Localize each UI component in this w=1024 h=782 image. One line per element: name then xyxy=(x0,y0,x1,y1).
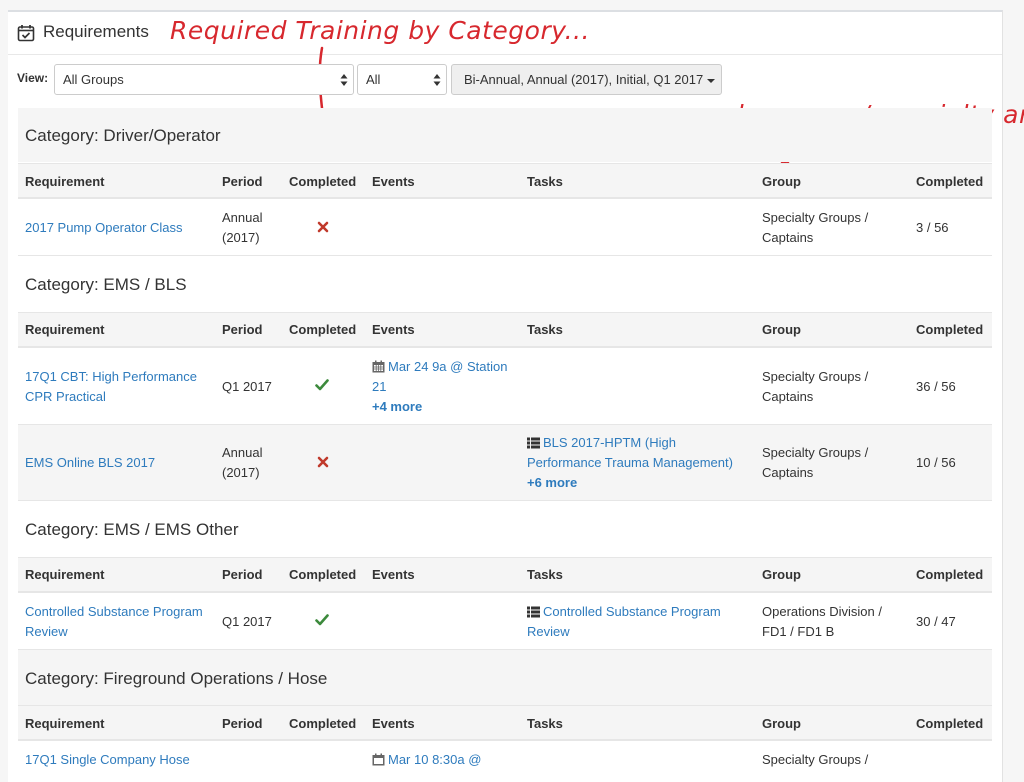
events-cell: Mar 10 8:30a @ xyxy=(372,750,481,770)
tasks-cell: BLS 2017-HPTM (High Performance Trauma M… xyxy=(527,433,752,493)
requirement-link[interactable]: 17Q1 Single Company Hose xyxy=(25,750,190,770)
col-tasks: Tasks xyxy=(527,716,563,731)
panel-title: Requirements xyxy=(43,22,149,41)
col-requirement: Requirement xyxy=(25,567,105,582)
group-cell: Specialty Groups / Captains xyxy=(762,445,869,480)
periods-dropdown-button[interactable]: Bi-Annual, Annual (2017), Initial, Q1 20… xyxy=(451,64,722,95)
group-cell: Specialty Groups / Captains xyxy=(762,369,869,404)
col-period: Period xyxy=(222,174,263,189)
col-completed: Completed xyxy=(289,716,357,731)
period-cell: Q1 2017 xyxy=(222,614,272,629)
tasks-cell: Controlled Substance Program Review xyxy=(527,602,737,642)
status-select-value: All xyxy=(366,72,381,87)
calendar-icon xyxy=(372,360,385,373)
period-cell: Q1 2017 xyxy=(222,379,272,394)
col-completed: Completed xyxy=(289,174,357,189)
col-group: Group xyxy=(762,322,801,337)
periods-dropdown-label: Bi-Annual, Annual (2017), Initial, Q1 20… xyxy=(464,72,704,87)
category-title: Category: Driver/Operator xyxy=(25,126,221,145)
col-tasks: Tasks xyxy=(527,322,563,337)
col-completed-count: Completed xyxy=(916,174,984,189)
col-tasks: Tasks xyxy=(527,174,563,189)
col-period: Period xyxy=(222,716,263,731)
col-completed-count: Completed xyxy=(916,567,984,582)
count-cell: 36 / 56 xyxy=(916,379,956,394)
requirement-link[interactable]: EMS Online BLS 2017 xyxy=(25,453,155,473)
col-events: Events xyxy=(372,567,415,582)
period-cell: Annual (2017) xyxy=(222,210,263,245)
col-completed-count: Completed xyxy=(916,322,984,337)
requirement-link[interactable]: Controlled Substance Program Review xyxy=(25,602,210,642)
task-list-icon xyxy=(527,606,540,618)
group-select[interactable]: All Groups xyxy=(54,64,354,95)
col-group: Group xyxy=(762,716,801,731)
events-cell: Mar 24 9a @ Station 21 +4 more xyxy=(372,357,512,417)
calendar-check-icon xyxy=(17,25,35,42)
table-header-row xyxy=(18,163,992,199)
category-title: Category: EMS / EMS Other xyxy=(25,520,239,539)
check-icon xyxy=(315,614,329,626)
col-events: Events xyxy=(372,322,415,337)
col-period: Period xyxy=(222,567,263,582)
col-completed: Completed xyxy=(289,567,357,582)
period-cell: Annual (2017) xyxy=(222,445,263,480)
calendar-icon xyxy=(372,753,385,766)
select-arrows-icon xyxy=(340,74,348,86)
select-arrows-icon xyxy=(433,74,441,86)
task-link[interactable]: Controlled Substance Program Review xyxy=(527,604,721,639)
col-tasks: Tasks xyxy=(527,567,563,582)
view-label: View: xyxy=(17,71,49,85)
table-header-row xyxy=(18,705,992,741)
group-cell: Specialty Groups / Captains xyxy=(762,210,869,245)
tasks-more-link[interactable]: +6 more xyxy=(527,475,577,490)
table-header-row xyxy=(18,312,992,348)
table-header-row xyxy=(18,557,992,593)
count-cell: 10 / 56 xyxy=(916,455,956,470)
col-events: Events xyxy=(372,716,415,731)
check-icon xyxy=(315,379,329,391)
cross-icon xyxy=(317,221,329,233)
count-cell: 30 / 47 xyxy=(916,614,956,629)
requirement-link[interactable]: 2017 Pump Operator Class xyxy=(25,218,215,238)
category-title: Category: Fireground Operations / Hose xyxy=(25,669,328,688)
task-link[interactable]: BLS 2017-HPTM (High Performance Trauma M… xyxy=(527,435,733,470)
count-cell: 3 / 56 xyxy=(916,220,949,235)
col-group: Group xyxy=(762,174,801,189)
col-group: Group xyxy=(762,567,801,582)
event-link[interactable]: Mar 10 8:30a @ xyxy=(388,752,481,767)
group-cell: Operations Division / FD1 / FD1 B xyxy=(762,604,882,639)
task-list-icon xyxy=(527,437,540,449)
col-period: Period xyxy=(222,322,263,337)
annotation-by-category: Required Training by Category... xyxy=(170,16,590,45)
category-title: Category: EMS / BLS xyxy=(25,275,187,294)
requirement-link[interactable]: 17Q1 CBT: High Performance CPR Practical xyxy=(25,367,205,407)
col-completed-count: Completed xyxy=(916,716,984,731)
group-cell: Specialty Groups / xyxy=(762,752,869,767)
status-select[interactable]: All xyxy=(357,64,447,95)
group-select-value: All Groups xyxy=(63,72,124,87)
col-requirement: Requirement xyxy=(25,716,105,731)
col-requirement: Requirement xyxy=(25,322,105,337)
col-requirement: Requirement xyxy=(25,174,105,189)
cross-icon xyxy=(317,456,329,468)
col-events: Events xyxy=(372,174,415,189)
caret-down-icon xyxy=(707,78,716,83)
events-more-link[interactable]: +4 more xyxy=(372,399,422,414)
col-completed: Completed xyxy=(289,322,357,337)
event-link[interactable]: Mar 24 9a @ Station 21 xyxy=(372,359,507,394)
